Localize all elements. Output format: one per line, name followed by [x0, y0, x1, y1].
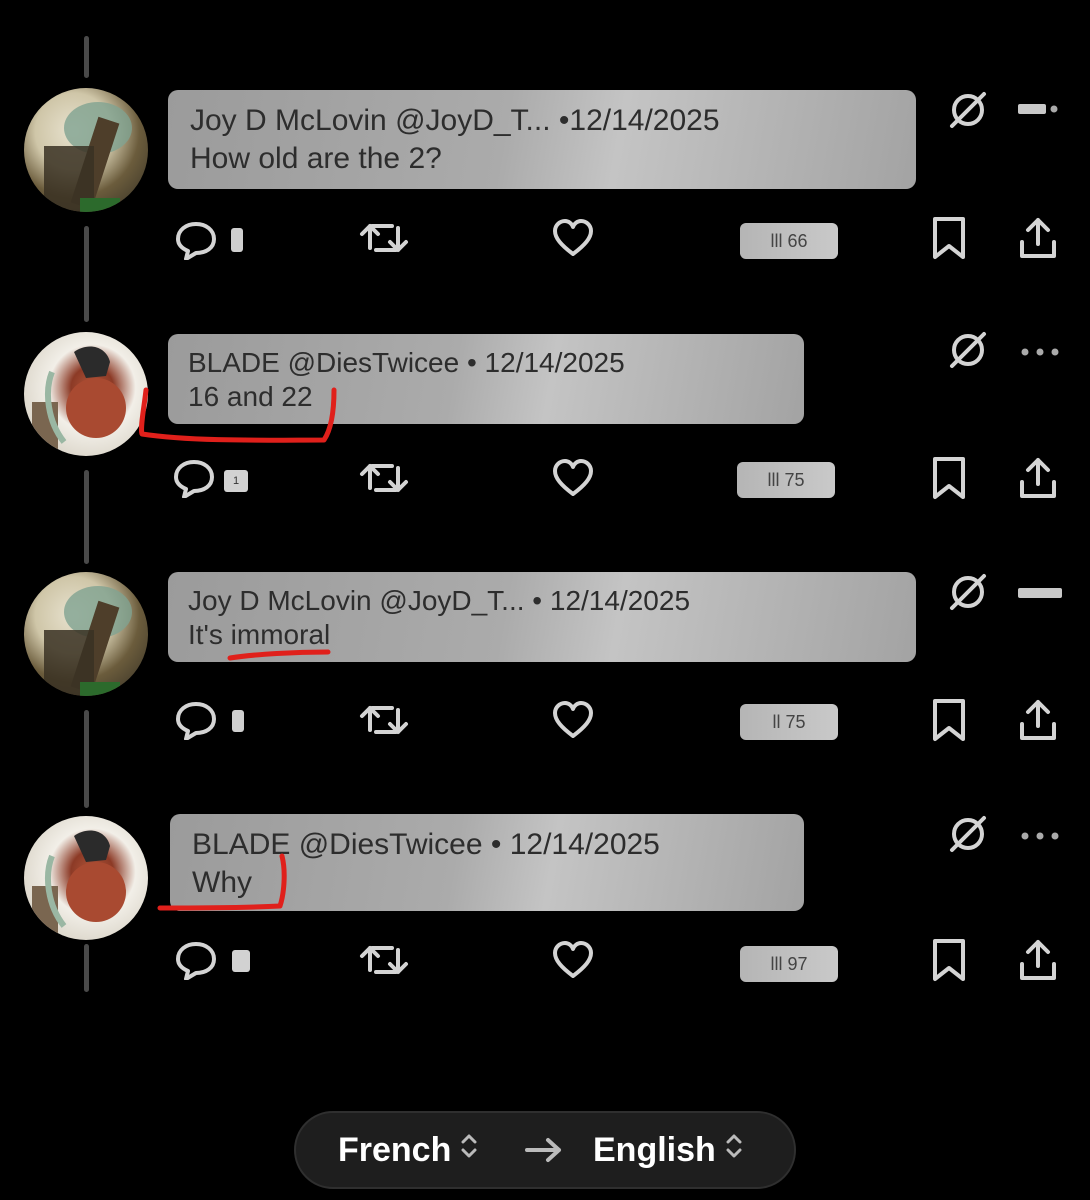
share-icon[interactable]: [1016, 938, 1060, 982]
reply-count: 1: [224, 470, 248, 492]
grok-icon[interactable]: [946, 88, 990, 137]
views-count[interactable]: lll 66: [740, 223, 838, 259]
avatar[interactable]: [24, 572, 148, 696]
reply-icon[interactable]: [174, 220, 218, 260]
source-language-label: French: [338, 1131, 452, 1169]
comment-bubble: Joy D McLovin @JoyD_T... •12/14/2025 How…: [168, 90, 916, 189]
post-text: It's immoral: [188, 619, 331, 650]
thread-line: [84, 36, 89, 78]
comment-bubble: BLADE @DiesTwicee • 12/14/2025 16 and 22: [168, 334, 804, 424]
chevron-updown-icon: [724, 1131, 744, 1170]
like-icon[interactable]: [551, 940, 595, 980]
post-text: 16 and 22: [188, 381, 313, 412]
post-meta: Joy D McLovin @JoyD_T... • 12/14/2025: [188, 585, 691, 616]
post-text: How old are the 2?: [190, 142, 442, 175]
post: BLADE @DiesTwicee • 12/14/2025 16 and 22…: [0, 332, 1090, 572]
repost-icon[interactable]: [358, 940, 410, 980]
reply-count: [232, 950, 250, 972]
more-icon[interactable]: [1018, 586, 1062, 605]
bookmark-icon[interactable]: [930, 938, 968, 982]
post-text: Why: [192, 866, 252, 899]
post-meta: Joy D McLovin @JoyD_T... •12/14/2025: [190, 104, 720, 137]
repost-icon[interactable]: [358, 700, 410, 740]
source-language-select[interactable]: French: [338, 1131, 479, 1170]
more-icon[interactable]: [1020, 344, 1060, 362]
grok-icon[interactable]: [946, 570, 990, 619]
share-icon[interactable]: [1016, 456, 1060, 500]
share-icon[interactable]: [1016, 698, 1060, 742]
post: BLADE @DiesTwicee • 12/14/2025 Why lll 9…: [0, 814, 1090, 1056]
avatar[interactable]: [24, 88, 148, 212]
repost-icon[interactable]: [358, 458, 410, 498]
reply-icon[interactable]: [172, 458, 216, 498]
reply-count: [232, 710, 244, 732]
post: Joy D McLovin @JoyD_T... •12/14/2025 How…: [0, 88, 1090, 328]
avatar[interactable]: [24, 816, 148, 940]
reply-icon[interactable]: [174, 940, 218, 980]
like-icon[interactable]: [551, 700, 595, 740]
chevron-updown-icon: [459, 1131, 479, 1170]
post: Joy D McLovin @JoyD_T... • 12/14/2025 It…: [0, 572, 1090, 812]
share-icon[interactable]: [1016, 216, 1060, 260]
post-meta: BLADE @DiesTwicee • 12/14/2025: [188, 347, 625, 378]
bookmark-icon[interactable]: [930, 456, 968, 500]
repost-icon[interactable]: [358, 218, 410, 258]
arrow-right-icon: [524, 1135, 564, 1174]
reply-count: [231, 228, 243, 252]
grok-icon[interactable]: [946, 812, 990, 861]
bookmark-icon[interactable]: [930, 216, 968, 260]
grok-icon[interactable]: [946, 328, 990, 377]
post-meta: BLADE @DiesTwicee • 12/14/2025: [192, 828, 660, 861]
reply-icon[interactable]: [174, 700, 218, 740]
target-language-label: English: [593, 1131, 716, 1169]
avatar[interactable]: [24, 332, 148, 456]
views-count[interactable]: lll 97: [740, 946, 838, 982]
like-icon[interactable]: [551, 218, 595, 258]
like-icon[interactable]: [551, 458, 595, 498]
bookmark-icon[interactable]: [930, 698, 968, 742]
views-count[interactable]: ll 75: [740, 704, 838, 740]
more-icon[interactable]: [1020, 828, 1060, 846]
comment-bubble: Joy D McLovin @JoyD_T... • 12/14/2025 It…: [168, 572, 916, 662]
more-icon[interactable]: [1018, 102, 1060, 121]
views-count[interactable]: lll 75: [737, 462, 835, 498]
translate-bar: French English: [294, 1111, 796, 1189]
comment-bubble: BLADE @DiesTwicee • 12/14/2025 Why: [170, 814, 804, 911]
target-language-select[interactable]: English: [593, 1131, 744, 1170]
